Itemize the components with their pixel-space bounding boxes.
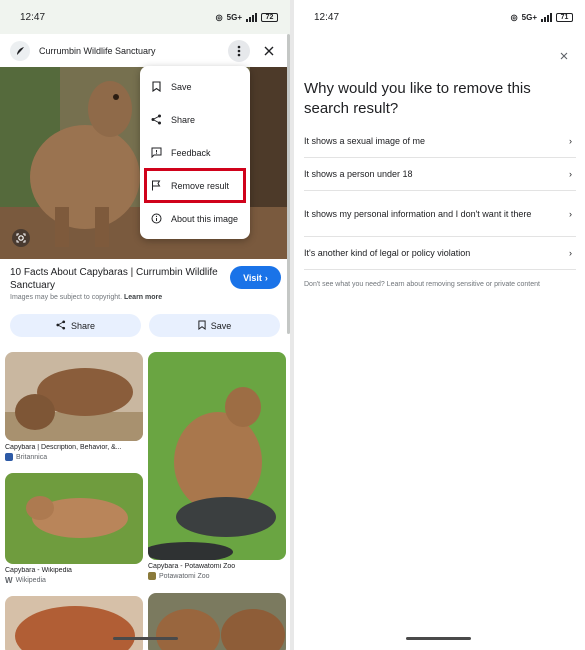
chevron-right-icon: › [569, 248, 572, 258]
chevron-right-icon: › [569, 208, 572, 219]
share-icon [150, 114, 162, 126]
status-icons: ◎ 5G+ 72 [215, 12, 278, 22]
option-label: It's another kind of legal or policy vio… [304, 248, 471, 258]
removal-options: It shows a sexual image of me › It shows… [304, 124, 576, 270]
bookmark-icon [150, 81, 162, 93]
visit-button[interactable]: Visit › [230, 266, 281, 289]
option-sexual-image[interactable]: It shows a sexual image of me › [304, 124, 576, 158]
option-personal-information[interactable]: It shows my personal information and I d… [304, 191, 576, 237]
menu-item-label: Share [171, 114, 196, 125]
help-footer[interactable]: Don't see what you need? Learn about rem… [304, 281, 579, 288]
image-result-card[interactable]: Capybara - Potawatomi Zoo Potawatomi Zoo [148, 352, 286, 580]
option-label: It shows my personal information and I d… [304, 208, 532, 219]
status-bar: 12:47 ◎ 5G+ 71 [294, 0, 585, 34]
hotspot-icon: ◎ [215, 12, 223, 22]
removal-question: Why would you like to remove this search… [304, 80, 531, 117]
status-icons: ◎ 5G+ 71 [510, 12, 573, 22]
close-icon[interactable] [556, 48, 572, 64]
status-time: 12:47 [314, 11, 340, 23]
result-source: W Wikipedia [5, 576, 143, 585]
option-person-under-18[interactable]: It shows a person under 18 › [304, 158, 576, 191]
result-caption: Capybara | Description, Behavior, &... [5, 444, 122, 451]
menu-item-label: About this image [171, 213, 239, 224]
search-logo-icon [10, 40, 30, 61]
source-label: Britannica [16, 453, 48, 461]
result-title[interactable]: 10 Facts About Capybaras | Currumbin Wil… [10, 266, 220, 292]
image-result-card[interactable] [148, 593, 286, 650]
wikipedia-icon: W [5, 576, 13, 585]
feedback-icon [150, 147, 162, 159]
bookmark-icon [198, 320, 206, 332]
learn-more-link[interactable]: Learn more [124, 294, 162, 301]
gesture-bar[interactable] [406, 637, 471, 640]
source-label: Wikipedia [15, 577, 46, 584]
copyright-note: Images may be subject to copyright. Lear… [10, 294, 162, 301]
image-result-card[interactable]: Capybara - Wikipedia W Wikipedia [5, 473, 143, 585]
status-time: 12:47 [20, 11, 46, 23]
menu-item-label: Remove result [171, 180, 230, 191]
left-screen: 12:47 ◎ 5G+ 72 Currumbin Wildlife Sanctu… [0, 0, 290, 650]
share-label: Share [70, 320, 96, 331]
more-vert-icon[interactable] [228, 39, 250, 62]
hotspot-icon: ◎ [510, 12, 518, 22]
chevron-right-icon: › [264, 272, 268, 283]
result-source: Britannica [5, 453, 143, 461]
flag-icon [150, 180, 162, 192]
menu-item-label: Save [171, 81, 192, 92]
result-source: Potawatomi Zoo [148, 572, 286, 580]
lens-icon[interactable] [12, 229, 30, 247]
chevron-right-icon: › [569, 169, 572, 179]
share-button[interactable]: Share [10, 314, 141, 337]
result-thumbnail [5, 352, 143, 441]
save-label: Save [210, 320, 232, 331]
battery-icon: 71 [556, 12, 573, 22]
gesture-bar[interactable] [113, 637, 178, 640]
menu-item-about-image[interactable]: About this image [140, 202, 250, 235]
option-label: It shows a person under 18 [304, 169, 413, 179]
status-bar: 12:47 ◎ 5G+ 72 [0, 0, 290, 34]
result-caption: Capybara - Wikipedia [5, 567, 72, 574]
image-result-card[interactable] [5, 596, 143, 650]
overflow-menu: Save Share Feedback Remove result About … [140, 66, 250, 239]
share-icon [56, 319, 66, 332]
info-icon [150, 213, 162, 225]
source-label: Potawatomi Zoo [159, 572, 210, 580]
britannica-icon [5, 453, 13, 461]
signal-icon [541, 12, 552, 22]
network-label: 5G+ [226, 12, 242, 22]
result-header: Currumbin Wildlife Sanctuary [0, 34, 290, 67]
save-button[interactable]: Save [149, 314, 280, 337]
image-result-card[interactable]: Capybara | Description, Behavior, &... B… [5, 352, 143, 461]
option-legal-violation[interactable]: It's another kind of legal or policy vio… [304, 237, 576, 270]
battery-icon: 72 [261, 12, 278, 22]
menu-item-save[interactable]: Save [140, 70, 250, 103]
close-icon[interactable] [258, 40, 280, 62]
option-label: It shows a sexual image of me [304, 135, 426, 146]
result-thumbnail [148, 593, 286, 650]
result-thumbnail [5, 473, 143, 564]
copyright-text: Images may be subject to copyright. [10, 294, 123, 301]
signal-icon [246, 12, 257, 22]
result-thumbnail [5, 596, 143, 650]
visit-label: Visit [243, 272, 262, 283]
menu-item-feedback[interactable]: Feedback [140, 136, 250, 169]
menu-item-share[interactable]: Share [140, 103, 250, 136]
site-title: Currumbin Wildlife Sanctuary [39, 45, 156, 56]
result-thumbnail [148, 352, 286, 560]
chevron-right-icon: › [569, 135, 572, 146]
network-label: 5G+ [521, 12, 537, 22]
menu-item-remove-result[interactable]: Remove result [144, 168, 246, 203]
menu-item-label: Feedback [171, 147, 211, 158]
result-caption: Capybara - Potawatomi Zoo [148, 563, 236, 570]
right-screen: 12:47 ◎ 5G+ 71 Why would you like to rem… [294, 0, 585, 650]
zoo-icon [148, 572, 156, 580]
